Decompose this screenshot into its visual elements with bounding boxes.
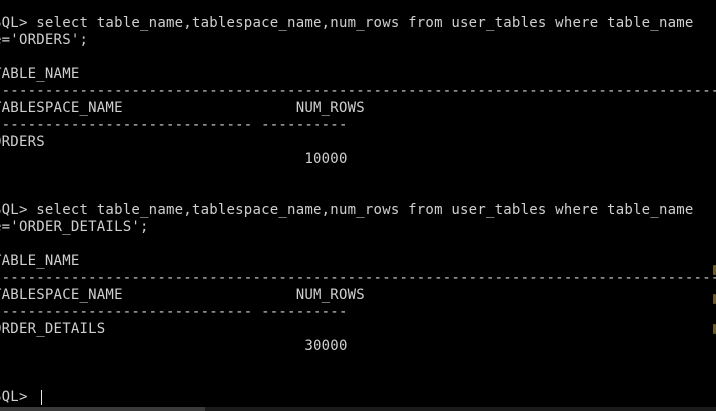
separator-line: ----------------------------------------… (0, 83, 716, 99)
result-value: ORDER_DETAILS (0, 321, 106, 337)
sql-command-line: SQL> select table_name,tablespace_name,n… (0, 202, 694, 218)
taskbar-strip-segment (0, 407, 205, 411)
result-value: 30000 (0, 338, 348, 354)
separator-line: ----------------------------------------… (0, 270, 716, 286)
column-header: TABLE_NAME (0, 66, 80, 82)
result-value: 10000 (0, 151, 348, 167)
column-header: TABLE_NAME (0, 253, 80, 269)
taskbar-strip-segment (205, 407, 716, 411)
sql-console[interactable]: SQL> select table_name,tablespace_name,n… (0, 0, 716, 411)
text-cursor (41, 390, 42, 405)
separator-line: ------------------------------ ---------… (0, 304, 348, 320)
sql-command-wrap: e='ORDERS'; (0, 32, 89, 48)
separator-line: ------------------------------ ---------… (0, 117, 348, 133)
taskbar-strip (0, 407, 716, 411)
sql-command-line: SQL> select table_name,tablespace_name,n… (0, 15, 694, 31)
sql-command-wrap: e='ORDER_DETAILS'; (0, 219, 149, 235)
column-header: TABLESPACE_NAME NUM_ROWS (0, 287, 365, 303)
result-value: ORDERS (0, 134, 45, 150)
sql-prompt[interactable]: SQL> (0, 389, 36, 406)
column-header: TABLESPACE_NAME NUM_ROWS (0, 100, 365, 116)
